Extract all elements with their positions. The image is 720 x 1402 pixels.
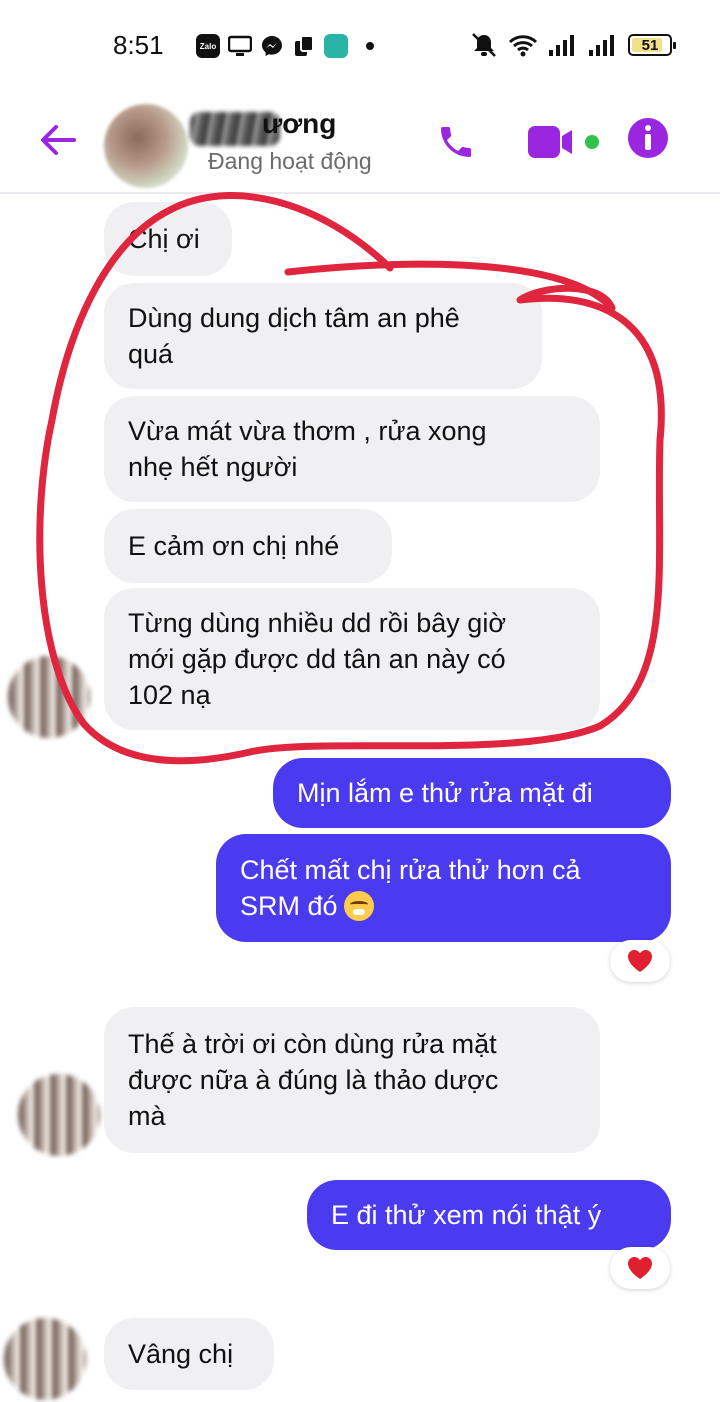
info-icon	[628, 118, 668, 158]
screen-icon	[228, 35, 252, 57]
copy-icon	[292, 34, 316, 58]
dot-icon	[366, 42, 374, 50]
voice-call-button[interactable]	[432, 118, 480, 166]
message-bubble-incoming[interactable]: Vâng chị	[104, 1318, 274, 1390]
message-line: Thế à trời ơi còn dùng rửa mặt	[128, 1029, 497, 1059]
message-line: mới gặp được dd tân an này có	[128, 644, 506, 674]
message-bubble-incoming[interactable]: Từng dùng nhiều dd rồi bây giờ mới gặp đ…	[104, 588, 600, 730]
message-line: quá	[128, 339, 174, 369]
message-line: mà	[128, 1101, 166, 1131]
weary-face-emoji	[343, 891, 374, 921]
message-line: SRM đó	[240, 888, 647, 924]
message-bubble-incoming[interactable]: Dùng dung dịch tâm an phê quá	[104, 283, 542, 389]
message-bubble-outgoing[interactable]: E đi thử xem nói thật ý	[307, 1180, 671, 1250]
message-text: E đi thử xem nói thật ý	[331, 1200, 602, 1230]
contact-name[interactable]: ương	[262, 108, 336, 140]
message-bubble-outgoing[interactable]: Chết mất chị rửa thử hơn cả SRM đó	[216, 834, 671, 942]
heart-icon	[628, 950, 652, 972]
message-bubble-incoming[interactable]: Vừa mát vừa thơm , rửa xong nhẹ hết ngườ…	[104, 396, 600, 502]
message-line: Chết mất chị rửa thử hơn cả	[240, 855, 581, 885]
message-line: nhẹ hết người	[128, 452, 298, 482]
wifi-icon	[508, 33, 538, 57]
message-line: 102 nạ	[128, 680, 211, 710]
contact-avatar-small[interactable]	[4, 1318, 86, 1400]
battery-icon: 51	[628, 34, 676, 56]
heart-icon	[628, 1257, 652, 1279]
message-line: được nữa à đúng là thảo dược	[128, 1065, 499, 1095]
video-call-button[interactable]	[526, 122, 602, 162]
zalo-icon: Zalo	[196, 34, 220, 58]
message-bubble-incoming[interactable]: Thế à trời ơi còn dùng rửa mặt được nữa …	[104, 1007, 600, 1153]
heart-reaction[interactable]	[610, 1247, 670, 1289]
contact-avatar[interactable]	[104, 104, 188, 188]
back-arrow-icon	[41, 125, 76, 155]
message-line: Từng dùng nhiều dd rồi bây giờ	[128, 608, 507, 638]
signal-icon	[588, 34, 618, 56]
message-line: Vừa mát vừa thơm , rửa xong	[128, 416, 487, 446]
message-bubble-outgoing[interactable]: Mịn lắm e thử rửa mặt đi	[273, 758, 671, 828]
message-text: Chị ơi	[128, 224, 200, 254]
status-bar: 8:51 Zalo 51	[0, 0, 720, 96]
battery-level: 51	[641, 36, 659, 54]
notification-icons: Zalo	[196, 34, 374, 58]
message-text: E cảm ơn chị nhé	[128, 531, 340, 561]
system-icons: 51	[470, 32, 676, 58]
contact-status: Đang hoạt động	[208, 148, 372, 174]
heart-reaction[interactable]	[610, 940, 670, 982]
chat-screen: 8:51 Zalo 51 ương Đang hoạt động Chị ơi …	[0, 0, 720, 1402]
back-button[interactable]	[36, 118, 80, 162]
mute-icon	[470, 32, 498, 58]
app-icon	[324, 34, 348, 58]
message-line: Dùng dung dịch tâm an phê	[128, 303, 460, 333]
phone-icon	[441, 127, 471, 157]
messenger-icon	[260, 34, 284, 58]
message-bubble-incoming[interactable]: E cảm ơn chị nhé	[104, 509, 392, 583]
message-text: Vâng chị	[128, 1339, 234, 1369]
contact-avatar-small[interactable]	[18, 1074, 100, 1156]
chat-header: ương Đang hoạt động	[0, 96, 720, 194]
info-button[interactable]	[626, 116, 670, 160]
message-text: Mịn lắm e thử rửa mặt đi	[297, 778, 593, 808]
signal-icon	[548, 34, 578, 56]
video-camera-icon	[528, 126, 599, 158]
status-time: 8:51	[113, 30, 164, 60]
message-bubble-incoming[interactable]: Chị ơi	[104, 202, 232, 276]
contact-avatar-small[interactable]	[8, 656, 90, 738]
